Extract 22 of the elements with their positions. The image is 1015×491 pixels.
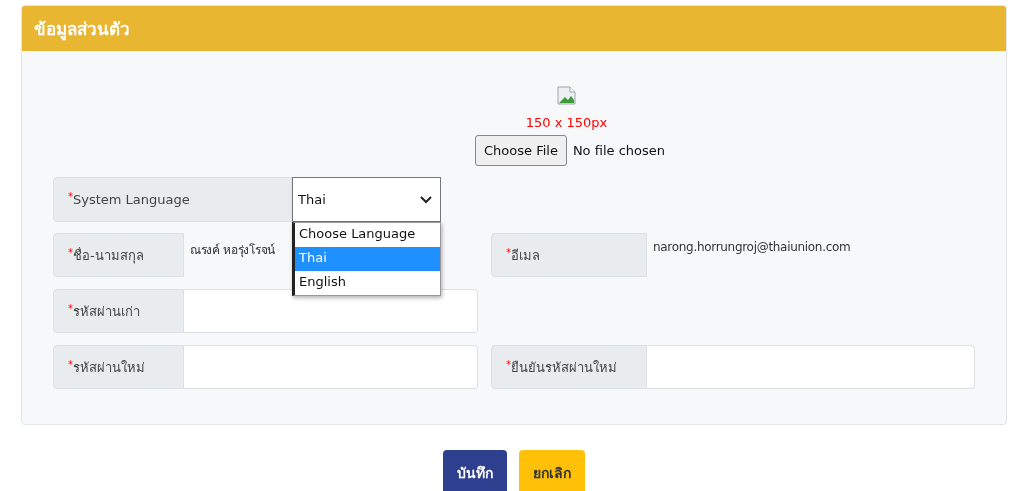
password-field[interactable] xyxy=(184,289,478,333)
panel-title: ข้อมูลส่วนตัว xyxy=(34,18,130,42)
language-option[interactable]: English xyxy=(295,271,440,295)
field-label: *System Language xyxy=(53,177,292,222)
password-field[interactable] xyxy=(184,345,478,389)
field-label: *อีเมล xyxy=(491,233,647,277)
language-select[interactable]: Thai xyxy=(292,177,441,222)
field-label: *รหัสผ่านใหม่ xyxy=(53,345,184,389)
save-button[interactable]: บันทึก xyxy=(443,450,507,491)
file-status: No file chosen xyxy=(572,143,665,158)
language-option[interactable]: Choose Language xyxy=(295,223,440,247)
password-field[interactable] xyxy=(647,345,975,389)
field-label: *รหัสผ่านเก่า xyxy=(53,289,184,333)
cancel-button[interactable]: ยกเลิก xyxy=(519,450,585,491)
field-value: narong.horrungroj@thaiunion.com xyxy=(652,239,851,254)
image-size-hint: 150 x 150px xyxy=(525,115,608,130)
chevron-down-icon xyxy=(419,195,433,204)
choose-file-button[interactable]: Choose File xyxy=(475,135,567,166)
field-label: *ชื่อ-นามสกุล xyxy=(53,233,184,277)
broken-image-icon xyxy=(557,86,576,105)
field-label: *ยืนยันรหัสผ่านใหม่ xyxy=(491,345,647,389)
field-value: ณรงค์ หอรุ่งโรจน์ xyxy=(189,242,275,259)
